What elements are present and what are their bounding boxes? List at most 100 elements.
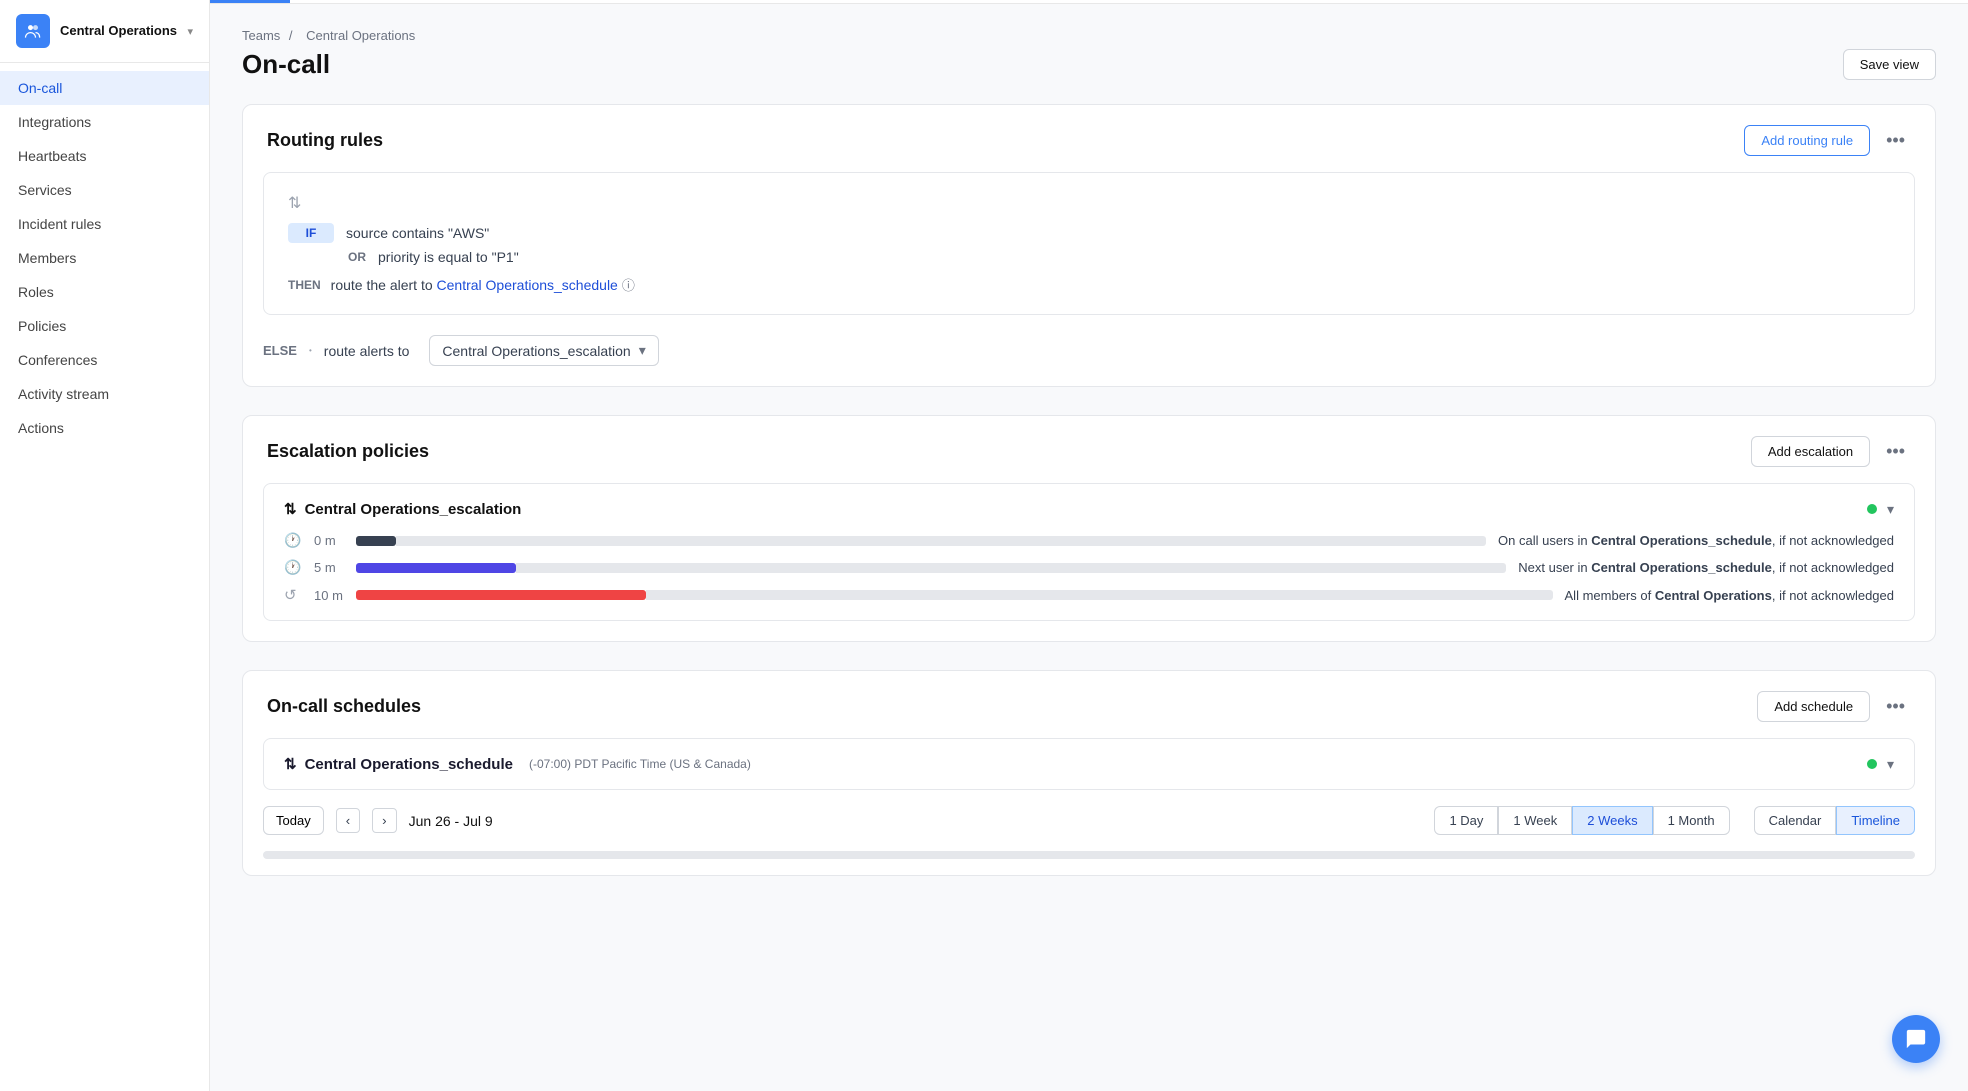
sidebar-item-heartbeats[interactable]: Heartbeats xyxy=(0,139,209,173)
calendar-controls: Today ‹ › Jun 26 - Jul 9 1 Day 1 Week 2 … xyxy=(243,806,1935,851)
add-escalation-button[interactable]: Add escalation xyxy=(1751,436,1870,467)
sidebar-item-integrations[interactable]: Integrations xyxy=(0,105,209,139)
escalation-name-text: Central Operations_escalation xyxy=(305,501,522,518)
step-2-bar xyxy=(356,563,516,573)
schedule-timezone: (-07:00) PDT Pacific Time (US & Canada) xyxy=(529,757,751,771)
sidebar-nav: On-call Integrations Heartbeats Services… xyxy=(0,63,209,453)
sidebar: Central Operations ▾ On-call Integration… xyxy=(0,0,210,1091)
info-icon[interactable]: ⓘ xyxy=(622,275,635,294)
routing-rules-more-button[interactable]: ••• xyxy=(1880,128,1911,153)
page-title: On-call xyxy=(242,49,330,80)
step-1-desc: On call users in Central Operations_sche… xyxy=(1498,533,1894,548)
step-2-bar-container xyxy=(356,563,1506,573)
step-2-desc: Next user in Central Operations_schedule… xyxy=(1518,560,1894,575)
sidebar-item-services[interactable]: Services xyxy=(0,173,209,207)
next-button[interactable]: › xyxy=(372,808,396,833)
step-1-time: 0 m xyxy=(314,533,344,548)
then-badge: THEN xyxy=(288,278,321,292)
view-1day-button[interactable]: 1 Day xyxy=(1434,806,1498,835)
rule-if-line: IF source contains "AWS" OR priority is … xyxy=(288,223,1890,265)
escalation-steps: 🕐 0 m On call users in Central Operation… xyxy=(284,532,1894,604)
rule-condition-1: source contains "AWS" xyxy=(346,223,519,241)
schedule-name-text: Central Operations_schedule xyxy=(305,756,513,773)
schedules-section: On-call schedules Add schedule ••• ⇅ Cen… xyxy=(242,670,1936,876)
escalation-more-button[interactable]: ••• xyxy=(1880,439,1911,464)
sidebar-item-conferences[interactable]: Conferences xyxy=(0,343,209,377)
drag-handle-icon[interactable]: ⇅ xyxy=(288,193,1890,213)
view-2weeks-button[interactable]: 2 Weeks xyxy=(1572,806,1652,835)
status-dot-icon xyxy=(1867,504,1877,514)
escalation-policies-section: Escalation policies Add escalation ••• ⇅… xyxy=(242,415,1936,642)
step-1-bar-container xyxy=(356,536,1486,546)
add-schedule-button[interactable]: Add schedule xyxy=(1757,691,1870,722)
sidebar-item-policies[interactable]: Policies xyxy=(0,309,209,343)
today-button[interactable]: Today xyxy=(263,806,324,835)
active-tab-indicator xyxy=(210,0,290,3)
escalation-step-1: 🕐 0 m On call users in Central Operation… xyxy=(284,532,1894,549)
schedule-name: ⇅ Central Operations_schedule (-07:00) P… xyxy=(284,755,751,773)
content-area: Teams / Central Operations On-call Save … xyxy=(210,4,1968,928)
schedule-controls: ▾ xyxy=(1867,756,1894,773)
escalation-step-3: ↺ 10 m All members of Central Operations… xyxy=(284,586,1894,604)
else-dropdown-value: Central Operations_escalation xyxy=(442,343,630,359)
step-3-desc: All members of Central Operations, if no… xyxy=(1565,588,1894,603)
sidebar-item-incident-rules[interactable]: Incident rules xyxy=(0,207,209,241)
dropdown-arrow-icon: ▾ xyxy=(639,342,646,359)
chevron-down-icon: ▾ xyxy=(187,25,193,38)
schedule-collapse-icon[interactable]: ▾ xyxy=(1887,756,1894,773)
escalation-header: Escalation policies Add escalation ••• xyxy=(243,416,1935,483)
view-1month-button[interactable]: 1 Month xyxy=(1653,806,1730,835)
calendar-spacer xyxy=(243,859,1935,875)
else-dropdown[interactable]: Central Operations_escalation ▾ xyxy=(429,335,658,366)
escalation-actions: Add escalation ••• xyxy=(1751,436,1911,467)
schedules-more-button[interactable]: ••• xyxy=(1880,694,1911,719)
breadcrumb-current: Central Operations xyxy=(306,28,415,43)
step-2-bar-bg xyxy=(516,563,1506,573)
rule-condition-2: priority is equal to "P1" xyxy=(378,247,519,265)
breadcrumb-separator: / xyxy=(289,28,293,43)
step-3-bar-container xyxy=(356,590,1553,600)
or-label: OR xyxy=(348,248,366,264)
routing-rule-box: ⇅ IF source contains "AWS" OR priority i… xyxy=(263,172,1915,315)
schedules-actions: Add schedule ••• xyxy=(1757,691,1911,722)
date-range: Jun 26 - Jul 9 xyxy=(409,813,493,829)
view-1week-button[interactable]: 1 Week xyxy=(1498,806,1572,835)
page-header: On-call Save view xyxy=(242,49,1936,80)
save-view-button[interactable]: Save view xyxy=(1843,49,1936,80)
schedule-drag-icon[interactable]: ⇅ xyxy=(284,755,297,773)
chat-button[interactable] xyxy=(1892,1015,1940,1063)
else-badge: ELSE xyxy=(263,343,297,358)
rule-then-line: THEN route the alert to Central Operatio… xyxy=(288,275,1890,294)
schedules-header: On-call schedules Add schedule ••• xyxy=(243,671,1935,738)
escalation-drag-icon[interactable]: ⇅ xyxy=(284,500,297,518)
sidebar-item-actions[interactable]: Actions xyxy=(0,411,209,445)
prev-button[interactable]: ‹ xyxy=(336,808,360,833)
sidebar-header[interactable]: Central Operations ▾ xyxy=(0,0,209,63)
escalation-item: ⇅ Central Operations_escalation ▾ 🕐 0 m xyxy=(263,483,1915,621)
breadcrumb: Teams / Central Operations xyxy=(242,28,1936,43)
step-2-clock-icon: 🕐 xyxy=(284,559,302,576)
view-buttons: 1 Day 1 Week 2 Weeks 1 Month xyxy=(1434,806,1729,835)
calendar-view-button[interactable]: Calendar xyxy=(1754,806,1837,835)
routing-rules-section: Routing rules Add routing rule ••• ⇅ IF … xyxy=(242,104,1936,387)
step-1-bar xyxy=(356,536,396,546)
sidebar-item-members[interactable]: Members xyxy=(0,241,209,275)
step-1-clock-icon: 🕐 xyxy=(284,532,302,549)
step-1-bar-bg xyxy=(396,536,1486,546)
escalation-controls: ▾ xyxy=(1867,501,1894,518)
calendar-bar xyxy=(263,851,1915,859)
breadcrumb-teams[interactable]: Teams xyxy=(242,28,280,43)
sidebar-item-oncall[interactable]: On-call xyxy=(0,71,209,105)
collapse-icon[interactable]: ▾ xyxy=(1887,501,1894,518)
else-row: ELSE • route alerts to Central Operation… xyxy=(263,335,1915,366)
timeline-view-button[interactable]: Timeline xyxy=(1836,806,1915,835)
view-type-buttons: Calendar Timeline xyxy=(1754,806,1915,835)
then-schedule-link[interactable]: Central Operations_schedule xyxy=(437,277,618,293)
sidebar-item-roles[interactable]: Roles xyxy=(0,275,209,309)
sidebar-logo xyxy=(16,14,50,48)
routing-rules-actions: Add routing rule ••• xyxy=(1744,125,1911,156)
add-routing-rule-button[interactable]: Add routing rule xyxy=(1744,125,1870,156)
top-bar xyxy=(210,0,1968,4)
sidebar-item-activity-stream[interactable]: Activity stream xyxy=(0,377,209,411)
escalation-item-header: ⇅ Central Operations_escalation ▾ xyxy=(284,500,1894,518)
